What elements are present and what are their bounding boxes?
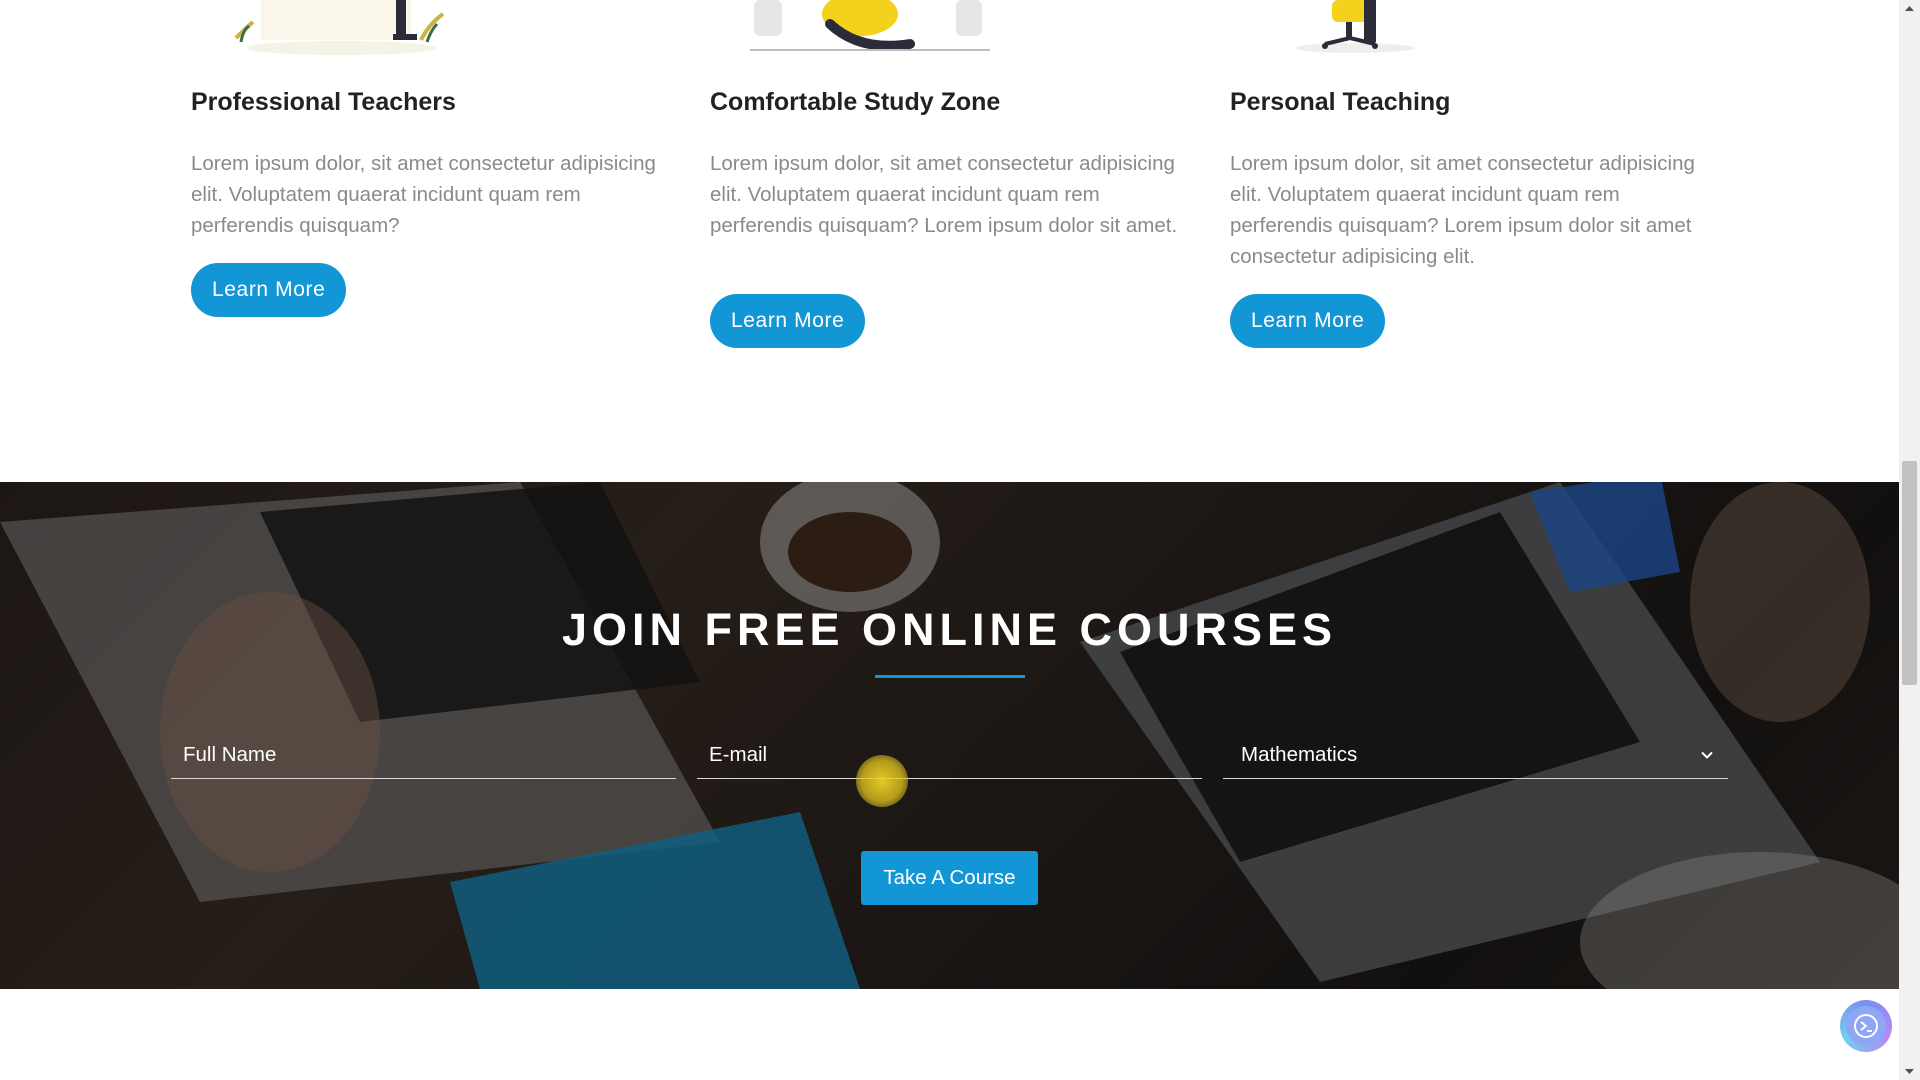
subject-select-control[interactable]: Mathematics <box>1223 732 1728 778</box>
scroll-down-arrow-icon[interactable] <box>1899 1063 1920 1080</box>
full-name-input[interactable] <box>171 732 676 778</box>
personal-teaching-illustration-icon <box>1295 0 1415 53</box>
title-underline <box>875 675 1025 678</box>
feature-description: Lorem ipsum dolor, sit amet consectetur … <box>191 152 656 237</box>
feature-title: Personal Teaching <box>1230 88 1451 116</box>
learn-more-button[interactable]: Learn More <box>1230 294 1386 348</box>
take-course-button[interactable]: Take A Course <box>861 851 1038 905</box>
feature-description: Lorem ipsum dolor, sit amet consectetur … <box>710 152 1178 237</box>
join-title: JOIN FREE ONLINE COURSES <box>561 604 1338 655</box>
scrollbar-thumb[interactable] <box>1902 461 1917 685</box>
feature-title: Comfortable Study Zone <box>710 88 1001 116</box>
learn-more-button[interactable]: Learn More <box>710 294 866 348</box>
subject-selected-value: Mathematics <box>1241 743 1358 766</box>
chevron-down-icon <box>1701 751 1713 759</box>
email-input[interactable] <box>697 732 1202 778</box>
study-zone-illustration-icon <box>750 0 990 51</box>
email-field[interactable] <box>697 732 1202 779</box>
assistant-button[interactable] <box>1840 1000 1892 1052</box>
join-courses-section: JOIN FREE ONLINE COURSES Mathematics Tak… <box>0 482 1899 989</box>
scroll-up-arrow-icon[interactable] <box>1899 0 1920 17</box>
teacher-illustration-icon <box>234 0 445 55</box>
subject-select[interactable]: Mathematics <box>1223 732 1728 779</box>
assistant-icon <box>1854 1014 1878 1038</box>
assistant-icon-wrap <box>1846 1006 1886 1046</box>
full-name-field[interactable] <box>171 732 676 779</box>
cursor-highlight <box>856 755 908 807</box>
learn-more-button[interactable]: Learn More <box>191 263 347 317</box>
feature-title: Professional Teachers <box>191 88 456 116</box>
page: Professional Teachers Lorem ipsum dolor,… <box>0 0 1920 1080</box>
feature-description: Lorem ipsum dolor, sit amet consectetur … <box>1230 152 1695 268</box>
features-section: Professional Teachers Lorem ipsum dolor,… <box>0 0 1899 482</box>
page-scrollbar[interactable] <box>1899 0 1920 1080</box>
